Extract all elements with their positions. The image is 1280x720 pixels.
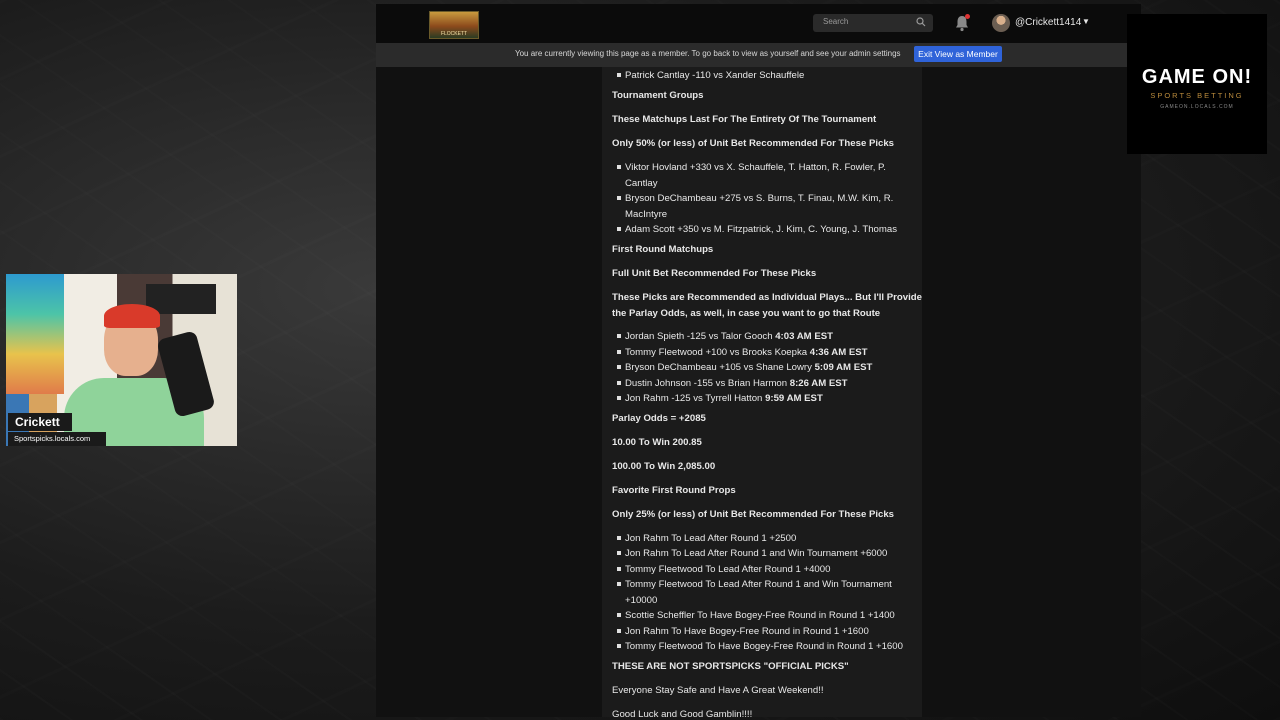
- streamer-name: Crickett: [8, 413, 72, 431]
- win-line-2: 100.00 To Win 2,085.00: [612, 461, 716, 472]
- bullet: [617, 567, 621, 571]
- member-view-banner: You are currently viewing this page as a…: [376, 43, 1141, 67]
- matchup-item: Tommy Fleetwood +100 vs Brooks Koepka 4:…: [625, 347, 868, 358]
- game-on-url: GAMEON.LOCALS.COM: [1160, 104, 1234, 110]
- bullet: [617, 73, 621, 77]
- site-header: FLOCKETT Search @Crickett1414 ▼: [376, 4, 1141, 43]
- bullet: [617, 613, 621, 617]
- prop-item: Jon Rahm To Lead After Round 1 and Win T…: [625, 548, 888, 559]
- bullet: [617, 396, 621, 400]
- matchup-item: Jon Rahm -125 vs Tyrrell Hatton 9:59 AM …: [625, 393, 823, 404]
- matchup-item: Dustin Johnson -155 vs Brian Harmon 8:26…: [625, 378, 848, 389]
- site-logo[interactable]: FLOCKETT: [429, 11, 479, 39]
- prop-item: Jon Rahm To Have Bogey-Free Round in Rou…: [625, 626, 869, 637]
- prop-item: Scottie Scheffler To Have Bogey-Free Rou…: [625, 610, 895, 621]
- matchup-text: Jon Rahm -125 vs Tyrrell Hatton: [625, 393, 766, 404]
- heading-full-unit: Full Unit Bet Recommended For These Pick…: [612, 268, 817, 279]
- matchup-text: Bryson DeChambeau +105 vs Shane Lowry: [625, 362, 815, 373]
- bullet: [617, 165, 621, 169]
- list-item: Bryson DeChambeau +275 vs S. Burns, T. F…: [625, 193, 894, 204]
- search-icon[interactable]: [916, 17, 926, 27]
- list-item: Patrick Cantlay -110 vs Xander Schauffel…: [625, 70, 805, 81]
- bullet: [617, 629, 621, 633]
- bullet: [617, 196, 621, 200]
- heading-fifty-percent: Only 50% (or less) of Unit Bet Recommend…: [612, 138, 895, 149]
- notifications-bell-icon[interactable]: [954, 14, 970, 32]
- search-box[interactable]: Search: [813, 14, 933, 32]
- list-item: Viktor Hovland +330 vs X. Schauffele, T.…: [625, 162, 886, 173]
- matchup-time: 4:36 AM EST: [809, 347, 868, 358]
- heading-individual-plays: These Picks are Recommended as Individua…: [612, 292, 922, 303]
- prop-item: Tommy Fleetwood To Lead After Round 1 an…: [625, 579, 892, 590]
- heading-twentyfive-percent: Only 25% (or less) of Unit Bet Recommend…: [612, 509, 895, 520]
- heading-matchups-last: These Matchups Last For The Entirety Of …: [612, 114, 877, 125]
- bullet: [617, 365, 621, 369]
- bullet: [617, 227, 621, 231]
- matchup-text: Dustin Johnson -155 vs Brian Harmon: [625, 378, 790, 389]
- matchup-time: 5:09 AM EST: [814, 362, 873, 373]
- heading-individual-plays-continued: the Parlay Odds, as well, in case you wa…: [612, 308, 881, 319]
- heading-not-official: THESE ARE NOT SPORTSPICKS "OFFICIAL PICK…: [612, 661, 849, 672]
- heading-props: Favorite First Round Props: [612, 485, 736, 496]
- streamer-url: Sportspicks.locals.com: [8, 432, 106, 446]
- matchup-item: Bryson DeChambeau +105 vs Shane Lowry 5:…: [625, 362, 872, 373]
- bullet: [617, 350, 621, 354]
- matchup-time: 4:03 AM EST: [775, 331, 833, 342]
- list-item-continued: Cantlay: [625, 178, 658, 189]
- matchup-time: 8:26 AM EST: [789, 378, 848, 389]
- bullet: [617, 644, 621, 648]
- bullet: [617, 582, 621, 586]
- parlay-odds: Parlay Odds = +2085: [612, 413, 706, 424]
- heading-tournament-groups: Tournament Groups: [612, 90, 704, 101]
- game-on-logo: GAME ON! SPORTS BETTING GAMEON.LOCALS.CO…: [1127, 14, 1267, 154]
- chevron-down-icon[interactable]: ▼: [1082, 17, 1090, 26]
- list-item-continued: MacIntyre: [625, 209, 668, 220]
- heading-first-round: First Round Matchups: [612, 244, 714, 255]
- matchup-text: Tommy Fleetwood +100 vs Brooks Koepka: [625, 347, 810, 358]
- stay-safe-text: Everyone Stay Safe and Have A Great Week…: [612, 685, 824, 696]
- prop-item: Tommy Fleetwood To Lead After Round 1 +4…: [625, 564, 831, 575]
- username-menu[interactable]: @Crickett1414: [1015, 17, 1081, 28]
- prop-item: Jon Rahm To Lead After Round 1 +2500: [625, 533, 797, 544]
- browser-viewport: FLOCKETT Search @Crickett1414 ▼ You are …: [376, 4, 1141, 717]
- win-line-1: 10.00 To Win 200.85: [612, 437, 702, 448]
- webcam-cap: [104, 304, 160, 328]
- search-input[interactable]: Search: [823, 17, 913, 26]
- matchup-text: Jordan Spieth -125 vs Talor Gooch: [625, 331, 776, 342]
- bullet: [617, 536, 621, 540]
- avatar[interactable]: [992, 14, 1010, 32]
- matchup-item: Jordan Spieth -125 vs Talor Gooch 4:03 A…: [625, 331, 833, 342]
- matchup-time: 9:59 AM EST: [765, 393, 823, 404]
- game-on-subtitle: SPORTS BETTING: [1150, 91, 1244, 100]
- good-luck-text: Good Luck and Good Gamblin!!!!: [612, 709, 753, 717]
- prop-item: Tommy Fleetwood To Have Bogey-Free Round…: [625, 641, 903, 652]
- prop-item-continued: +10000: [625, 595, 658, 606]
- notification-dot: [965, 14, 970, 19]
- exit-view-as-member-button[interactable]: Exit View as Member: [914, 46, 1002, 62]
- bullet: [617, 334, 621, 338]
- webcam-wall-art: [6, 274, 64, 394]
- bullet: [617, 381, 621, 385]
- member-view-text: You are currently viewing this page as a…: [515, 49, 901, 58]
- list-item: Adam Scott +350 vs M. Fitzpatrick, J. Ki…: [625, 224, 898, 235]
- bullet: [617, 551, 621, 555]
- game-on-title: GAME ON!: [1141, 66, 1253, 88]
- site-logo-text: FLOCKETT: [440, 31, 468, 37]
